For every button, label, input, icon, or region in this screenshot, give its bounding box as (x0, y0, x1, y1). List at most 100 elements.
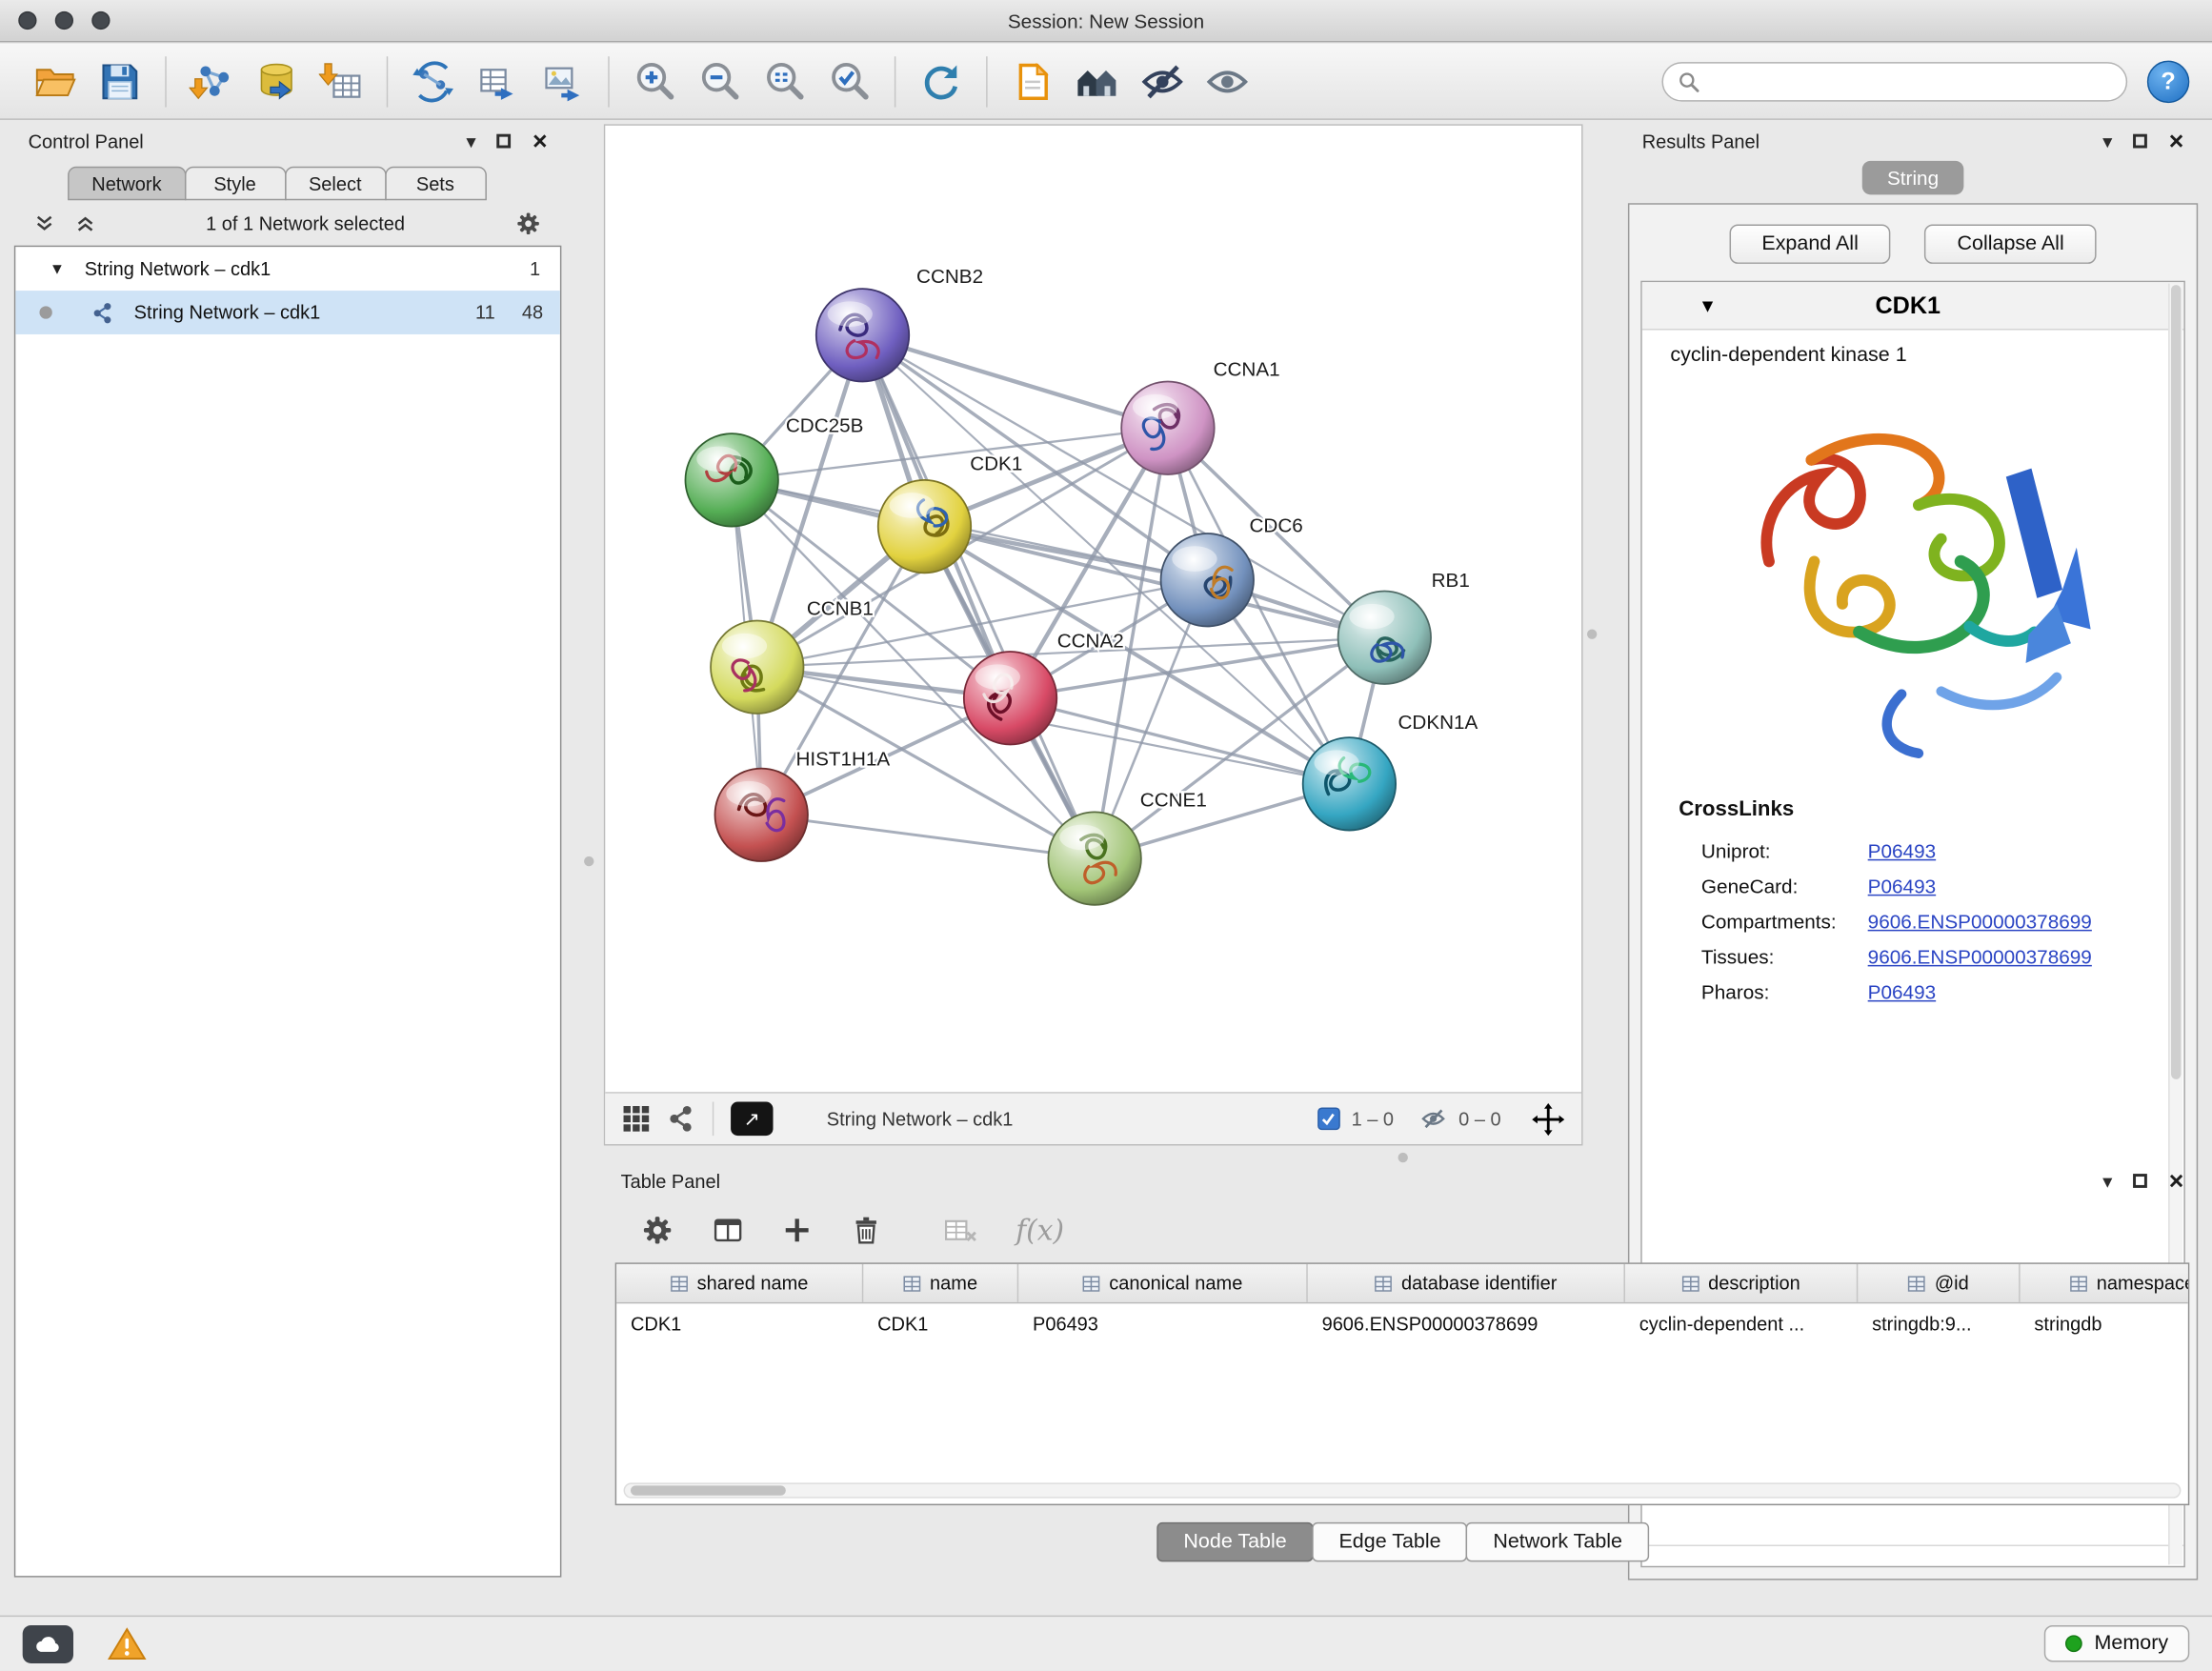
vertical-splitter-handle[interactable] (584, 856, 593, 866)
node-label: CDKN1A (1398, 712, 1478, 734)
protein-node-rb1[interactable]: RB1 (1338, 570, 1470, 684)
float-panel-icon[interactable] (497, 134, 512, 149)
table-horizontal-scrollbar[interactable] (624, 1482, 2182, 1498)
protein-node-hist1h1a[interactable]: HIST1H1A (714, 749, 890, 861)
tab-node-table[interactable]: Node Table (1156, 1522, 1314, 1561)
float-panel-icon[interactable] (2134, 134, 2148, 149)
save-session-button[interactable] (88, 51, 152, 111)
collapse-all-button[interactable]: Collapse All (1924, 224, 2096, 263)
pan-crosshair-icon[interactable] (1532, 1102, 1564, 1135)
zoom-out-button[interactable] (687, 51, 752, 111)
export-table-button[interactable] (466, 51, 531, 111)
collection-count: 1 (530, 258, 540, 279)
crosslink-link[interactable]: P06493 (1868, 874, 1936, 896)
protein-node-ccnb1[interactable]: CCNB1 (711, 598, 874, 714)
column-header-description[interactable]: description (1625, 1264, 1858, 1302)
close-panel-icon[interactable]: × (533, 129, 548, 154)
float-panel-icon[interactable] (2134, 1174, 2148, 1188)
crosslink-link[interactable]: P06493 (1868, 979, 1936, 1002)
search-field[interactable] (1661, 61, 2127, 100)
table-cell[interactable]: CDK1 (863, 1313, 1018, 1334)
help-button[interactable]: ? (2147, 60, 2189, 102)
new-network-from-selection-button[interactable] (401, 51, 466, 111)
table-cell[interactable]: 9606.ENSP00000378699 (1308, 1313, 1625, 1334)
close-panel-icon[interactable]: × (2169, 1168, 2184, 1194)
search-input[interactable] (1710, 70, 2112, 91)
network-edge[interactable] (863, 335, 1168, 428)
network-edge[interactable] (863, 335, 1096, 858)
table-row[interactable]: CDK1CDK1P064939606.ENSP00000378699cyclin… (616, 1303, 2188, 1342)
refresh-layout-button[interactable] (909, 51, 974, 111)
expand-all-icon[interactable] (34, 212, 55, 233)
table-cell[interactable]: P06493 (1018, 1313, 1308, 1334)
open-session-button[interactable] (23, 51, 88, 111)
maximize-window-button[interactable] (91, 11, 110, 30)
close-panel-icon[interactable]: × (2169, 129, 2184, 154)
import-network-from-database-button[interactable] (244, 51, 309, 111)
protein-node-cdk1[interactable]: CDK1 (878, 453, 1023, 574)
protein-node-ccna1[interactable]: CCNA1 (1121, 359, 1279, 474)
close-window-button[interactable] (18, 11, 36, 30)
network-edge[interactable] (757, 580, 1207, 668)
show-columns-icon[interactable] (711, 1214, 745, 1248)
disclosure-triangle-icon[interactable]: ▼ (1699, 295, 1717, 316)
hide-selected-button[interactable] (1130, 51, 1195, 111)
crosslink-link[interactable]: 9606.ENSP00000378699 (1868, 909, 2092, 932)
column-header-namespace[interactable]: namespace (2021, 1264, 2190, 1302)
selected-checkbox-icon[interactable] (1317, 1107, 1340, 1130)
birdseye-view-button[interactable] (1065, 51, 1130, 111)
zoom-in-button[interactable] (622, 51, 687, 111)
network-row[interactable]: String Network – cdk1 11 48 (15, 291, 560, 334)
tab-select[interactable]: Select (284, 167, 386, 201)
table-cell[interactable]: stringdb:9... (1858, 1313, 2020, 1334)
tab-network-table[interactable]: Network Table (1466, 1522, 1649, 1561)
collapse-all-icon[interactable] (74, 212, 95, 233)
zoom-selected-button[interactable] (816, 51, 881, 111)
collapse-panel-icon[interactable]: ▾ (2102, 1171, 2112, 1191)
disclosure-triangle-icon[interactable]: ▼ (50, 260, 65, 277)
cloud-button[interactable] (23, 1624, 73, 1662)
crosslink-link[interactable]: P06493 (1868, 838, 1936, 861)
network-canvas[interactable]: CCNB2CCNA1CDC25BCDK1CDC6RB1CCNB1CCNA2CDK… (605, 126, 1584, 1092)
horizontal-splitter-handle[interactable] (1398, 1153, 1408, 1162)
show-all-button[interactable] (1195, 51, 1259, 111)
tab-style[interactable]: Style (184, 167, 286, 201)
memory-button[interactable]: Memory (2043, 1625, 2189, 1662)
add-column-plus-icon[interactable] (781, 1215, 813, 1246)
minimize-window-button[interactable] (55, 11, 73, 30)
column-header-canonical-name[interactable]: canonical name (1018, 1264, 1308, 1302)
export-image-button[interactable] (531, 51, 595, 111)
table-cell[interactable]: cyclin-dependent ... (1625, 1313, 1858, 1334)
tab-string[interactable]: String (1861, 161, 1963, 195)
annotation-button[interactable] (1000, 51, 1065, 111)
table-cell[interactable]: CDK1 (616, 1313, 863, 1334)
column-header-name[interactable]: name (863, 1264, 1018, 1302)
column-header-database-identifier[interactable]: database identifier (1308, 1264, 1625, 1302)
collapse-panel-icon[interactable]: ▾ (2102, 131, 2112, 151)
column-header-@id[interactable]: @id (1858, 1264, 2020, 1302)
warning-icon[interactable] (108, 1625, 147, 1662)
import-table-button[interactable] (309, 51, 373, 111)
column-header-shared-name[interactable]: shared name (616, 1264, 863, 1302)
crosslink-link[interactable]: 9606.ENSP00000378699 (1868, 944, 2092, 967)
import-network-button[interactable] (179, 51, 244, 111)
protein-node-cdkn1a[interactable]: CDKN1A (1303, 712, 1478, 830)
zoom-fit-button[interactable] (752, 51, 816, 111)
grid-view-icon[interactable] (622, 1105, 651, 1134)
tab-network[interactable]: Network (68, 167, 186, 201)
collapse-panel-icon[interactable]: ▾ (466, 131, 475, 151)
gear-icon[interactable] (515, 210, 542, 236)
open-in-new-view-button[interactable]: ↗ (731, 1102, 773, 1137)
gene-card-header[interactable]: ▼ CDK1 (1642, 282, 2184, 330)
expand-all-button[interactable]: Expand All (1729, 224, 1891, 263)
delete-column-trash-icon[interactable] (849, 1214, 883, 1248)
table-cell[interactable]: stringdb (2021, 1313, 2190, 1334)
table-settings-gear-icon[interactable] (640, 1214, 674, 1248)
network-collection-row[interactable]: ▼ String Network – cdk1 1 (15, 247, 560, 291)
vertical-splitter-handle[interactable] (1587, 629, 1597, 638)
protein-node-cdc6[interactable]: CDC6 (1161, 515, 1303, 627)
share-view-icon[interactable] (667, 1105, 695, 1134)
tab-edge-table[interactable]: Edge Table (1312, 1522, 1467, 1561)
network-edge[interactable] (761, 815, 1095, 858)
tab-sets[interactable]: Sets (385, 167, 487, 201)
